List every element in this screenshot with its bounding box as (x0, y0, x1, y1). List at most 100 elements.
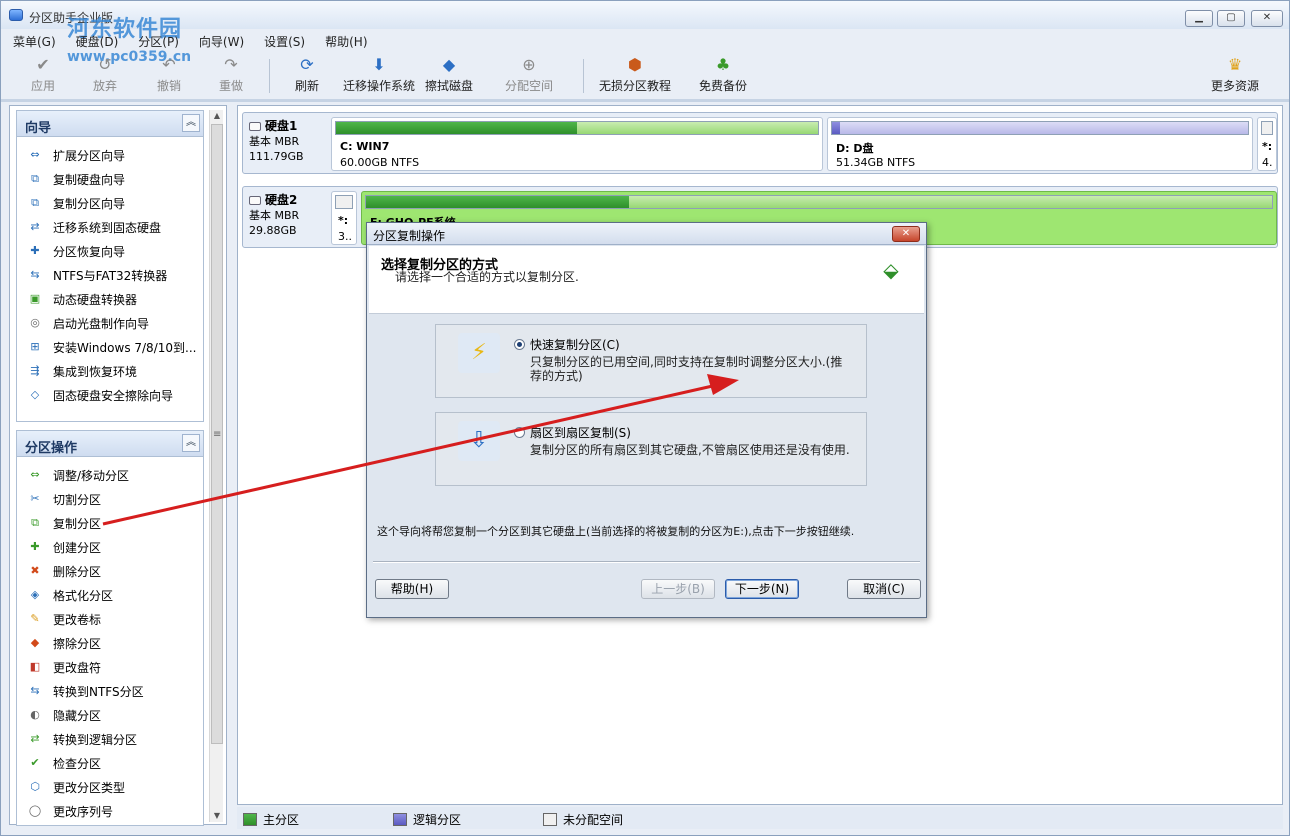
menu-wizard[interactable]: 向导(W) (199, 33, 244, 49)
sidebar-item-wipe[interactable]: ◆ 擦除分区 (27, 631, 203, 655)
usage-bar (335, 195, 353, 209)
sidebar-item-ssd-erase[interactable]: ◇ 固态硬盘安全擦除向导 (27, 383, 203, 407)
allocate-space-button[interactable]: ⊕ 分配空间 (503, 55, 555, 95)
option-fast-copy[interactable]: ⚡ 快速复制分区(C) 只复制分区的已用空间,同时支持在复制时调整分区大小.(推… (435, 324, 867, 398)
partition-d[interactable]: D: D盘 51.34GB NTFS (827, 117, 1253, 171)
discard-button[interactable]: ↺ 放弃 (85, 55, 125, 95)
sidebar-item-copy-partition[interactable]: ⧉ 复制分区 (27, 511, 203, 535)
sidebar-item-recovery-env[interactable]: ⇶ 集成到恢复环境 (27, 359, 203, 383)
dialog-separator (373, 561, 920, 563)
sidebar-item-resize-move[interactable]: ⇔ 调整/移动分区 (27, 463, 203, 487)
list-item-label: 擦除分区 (53, 636, 102, 651)
resize-icon: ⇔ (30, 468, 40, 481)
scroll-down-icon[interactable]: ▼ (210, 810, 224, 822)
partition-ops-title: 分区操作 (25, 441, 78, 456)
sector-copy-radio[interactable] (514, 427, 525, 438)
discard-label: 放弃 (92, 79, 117, 93)
scroll-up-icon[interactable]: ▲ (210, 110, 224, 122)
sidebar-item-hide[interactable]: ◐ 隐藏分区 (27, 703, 203, 727)
sidebar-item-delete[interactable]: ✖ 删除分区 (27, 559, 203, 583)
sidebar-item-extend-wizard[interactable]: ⇔ 扩展分区向导 (27, 143, 203, 167)
sidebar-item-migrate-ssd[interactable]: ⇄ 迁移系统到固态硬盘 (27, 215, 203, 239)
sidebar-item-check[interactable]: ✔ 检查分区 (27, 751, 203, 775)
sidebar-item-ntfs-fat32[interactable]: ⇆ NTFS与FAT32转换器 (27, 263, 203, 287)
splitter-handle[interactable]: ≡ (213, 429, 221, 440)
undo-button[interactable]: ↶ 撤销 (149, 55, 189, 95)
sidebar-item-convert-logical[interactable]: ⇄ 转换到逻辑分区 (27, 727, 203, 751)
sidebar-item-dynamic-disk[interactable]: ▣ 动态硬盘转换器 (27, 287, 203, 311)
migrate-os-button[interactable]: ⬇ 迁移操作系统 (341, 55, 417, 95)
cd-icon: ◎ (30, 316, 40, 329)
usage-fill (832, 122, 841, 134)
letter-icon: ◧ (29, 660, 41, 673)
cancel-button[interactable]: 取消(C) (847, 579, 921, 599)
legend-swatch (393, 813, 407, 826)
usage-bar (831, 121, 1249, 135)
sidebar-item-change-type[interactable]: ⬡ 更改分区类型 (27, 775, 203, 799)
backup-icon: ♣ (715, 55, 731, 74)
partition-unallocated[interactable]: *: 3.. (331, 191, 357, 245)
minimize-button[interactable]: ▁ (1185, 10, 1213, 27)
list-item-label: 固态硬盘安全擦除向导 (53, 388, 174, 403)
dialog-title-bar: 分区复制操作 ✕ (367, 223, 926, 245)
maximize-button[interactable]: ▢ (1217, 10, 1245, 27)
sidebar-item-split[interactable]: ✂ 切割分区 (27, 487, 203, 511)
menu-disk[interactable]: 硬盘(D) (76, 33, 119, 49)
sidebar-item-copy-disk-wizard[interactable]: ⧉ 复制硬盘向导 (27, 167, 203, 191)
usage-bar (335, 121, 819, 135)
sidebar-scrollbar[interactable]: ▲ ▼ (209, 110, 223, 822)
serial-icon: ◯ (28, 804, 42, 817)
migrate-os-label: 迁移操作系统 (342, 79, 415, 93)
free-backup-button[interactable]: ♣ 免费备份 (697, 55, 749, 95)
refresh-button[interactable]: ⟳ 刷新 (287, 55, 327, 95)
redo-icon: ↷ (224, 55, 238, 74)
sidebar-item-change-label[interactable]: ✎ 更改卷标 (27, 607, 203, 631)
copy-partition-dialog: 分区复制操作 ✕ 选择复制分区的方式 请选择一个合适的方式以复制分区. ⬙ ⚡ … (366, 222, 927, 618)
sidebar-item-install-windows[interactable]: ⊞ 安装Windows 7/8/10到... (27, 335, 203, 359)
delete-icon: ✖ (30, 564, 40, 577)
partition-name: *: (1262, 140, 1273, 153)
apply-button[interactable]: ✔ 应用 (23, 55, 63, 95)
fast-copy-radio[interactable] (514, 339, 525, 350)
prev-button[interactable]: 上一步(B) (641, 579, 715, 599)
list-item-label: 检查分区 (53, 756, 102, 771)
sidebar-item-convert-ntfs[interactable]: ⇆ 转换到NTFS分区 (27, 679, 203, 703)
collapse-icon[interactable]: ︽ (182, 114, 200, 132)
wipe-disk-button[interactable]: ◆ 擦拭磁盘 (423, 55, 475, 95)
sidebar-item-create[interactable]: ✚ 创建分区 (27, 535, 203, 559)
usage-bar (1261, 121, 1273, 135)
partition-ops-list: ⇔ 调整/移动分区 ✂ 切割分区 ⧉ 复制分区 ✚ 创建分区 ✖ 删除分区 ◈ 格式化分区 … (17, 457, 203, 823)
more-resources-button[interactable]: ♛ 更多资源 (1209, 55, 1261, 95)
partition-size: 60.00GB NTFS (340, 156, 420, 169)
partition-unallocated[interactable]: *: 4. (1257, 117, 1277, 171)
disk-row[interactable]: 硬盘1 基本 MBR 111.79GB C: WIN7 60.00GB NTFS… (242, 112, 1278, 174)
next-button[interactable]: 下一步(N) (725, 579, 799, 599)
sidebar-item-format[interactable]: ◈ 格式化分区 (27, 583, 203, 607)
list-item-label: 更改卷标 (53, 612, 102, 627)
menu-settings[interactable]: 设置(S) (264, 33, 305, 49)
partition-c[interactable]: C: WIN7 60.00GB NTFS (331, 117, 823, 171)
disk-size: 29.88GB (249, 224, 297, 237)
sidebar-item-change-letter[interactable]: ◧ 更改盘符 (27, 655, 203, 679)
tutorial-button[interactable]: ⬢ 无损分区教程 (597, 55, 673, 95)
option-sector-copy[interactable]: ⇩ 扇区到扇区复制(S) 复制分区的所有扇区到其它硬盘,不管扇区使用还是没有使用… (435, 412, 867, 486)
collapse-icon[interactable]: ︽ (182, 434, 200, 452)
menu-partition[interactable]: 分区(P) (138, 33, 179, 49)
sidebar-item-change-serial[interactable]: ◯ 更改序列号 (27, 799, 203, 823)
sidebar-item-copy-partition-wizard[interactable]: ⧉ 复制分区向导 (27, 191, 203, 215)
usage-fill (336, 122, 577, 134)
recovery-icon: ✚ (30, 244, 40, 257)
list-item-label: 分区恢复向导 (53, 244, 126, 259)
create-icon: ✚ (30, 540, 40, 553)
close-icon[interactable]: ✕ (892, 226, 920, 242)
close-window-button[interactable]: ✕ (1251, 10, 1283, 27)
legend-bar: 主分区 逻辑分区 未分配空间 (237, 807, 1283, 829)
redo-button[interactable]: ↷ 重做 (211, 55, 251, 95)
sidebar-item-bootable-cd[interactable]: ◎ 启动光盘制作向导 (27, 311, 203, 335)
menu-main[interactable]: 菜单(G) (13, 33, 56, 49)
menu-help[interactable]: 帮助(H) (325, 33, 367, 49)
dialog-header: 选择复制分区的方式 请选择一个合适的方式以复制分区. ⬙ (369, 246, 924, 314)
list-item-label: 转换到逻辑分区 (53, 732, 138, 747)
help-button[interactable]: 帮助(H) (375, 579, 449, 599)
sidebar-item-recovery-wizard[interactable]: ✚ 分区恢复向导 (27, 239, 203, 263)
